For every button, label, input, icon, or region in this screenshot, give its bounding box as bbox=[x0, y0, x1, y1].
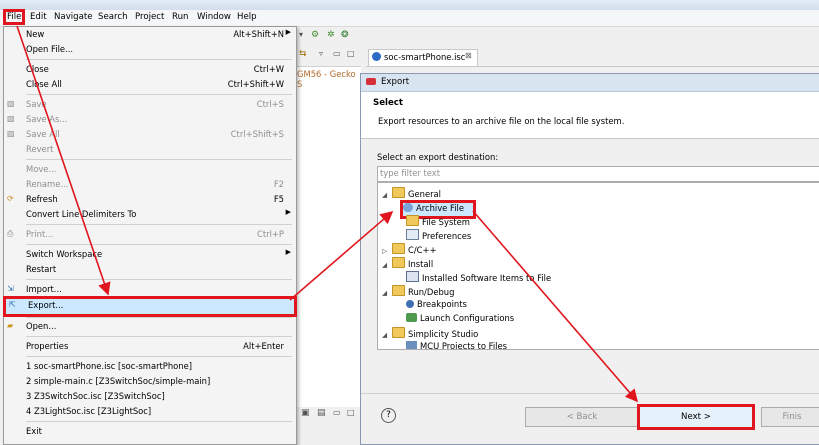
annotation-arrows bbox=[16, 25, 639, 403]
arrow-archive-to-next bbox=[472, 210, 639, 403]
arrow-file-to-export bbox=[16, 25, 111, 296]
arrow-export-to-archive bbox=[289, 210, 394, 301]
